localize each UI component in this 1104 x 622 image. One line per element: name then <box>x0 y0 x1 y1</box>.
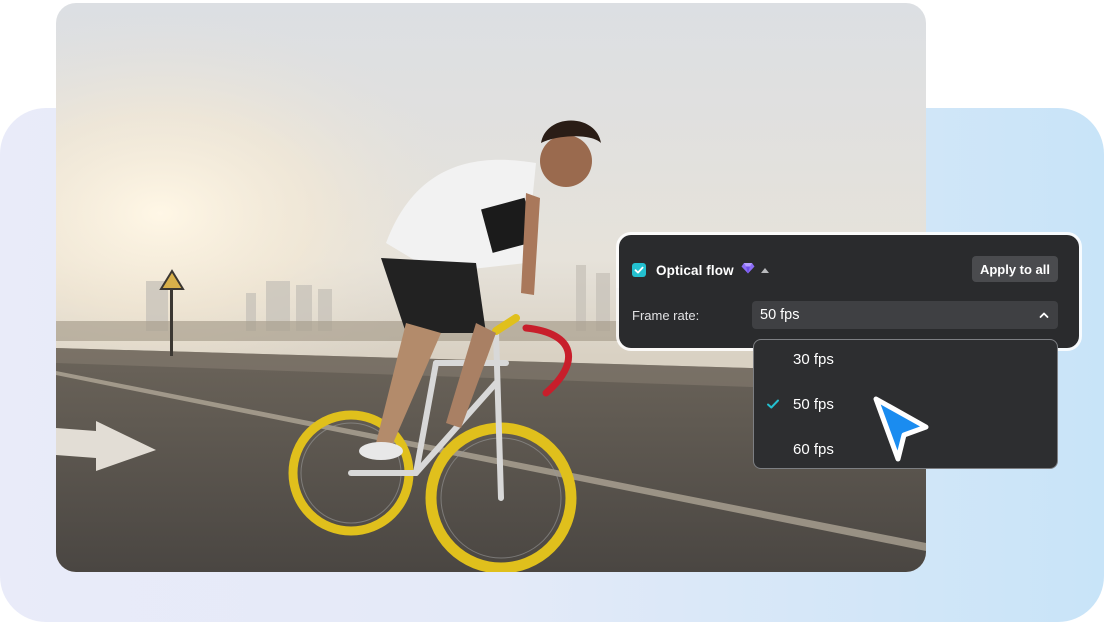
chevron-up-icon <box>1039 312 1049 318</box>
gem-icon <box>741 261 755 279</box>
frame-rate-option-30[interactable]: 30 fps <box>793 351 834 368</box>
optical-flow-label: Optical flow <box>656 262 734 278</box>
apply-to-all-button[interactable]: Apply to all <box>971 256 1058 282</box>
optical-flow-panel: Optical flow Apply to all Frame rate: 50… <box>619 235 1079 348</box>
selected-check-icon <box>767 399 779 409</box>
optical-flow-row: Optical flow <box>632 261 769 279</box>
pointer-cursor-icon <box>868 393 934 472</box>
optical-flow-checkbox[interactable] <box>632 263 646 277</box>
frame-rate-option-50[interactable]: 50 fps <box>793 396 834 413</box>
frame-rate-value: 50 fps <box>760 307 800 323</box>
frame-rate-label: Frame rate: <box>632 308 700 323</box>
frame-rate-option-60[interactable]: 60 fps <box>793 441 834 458</box>
frame-rate-select[interactable]: 50 fps <box>752 301 1058 329</box>
check-icon <box>634 266 644 274</box>
collapse-caret-icon[interactable] <box>760 267 769 273</box>
